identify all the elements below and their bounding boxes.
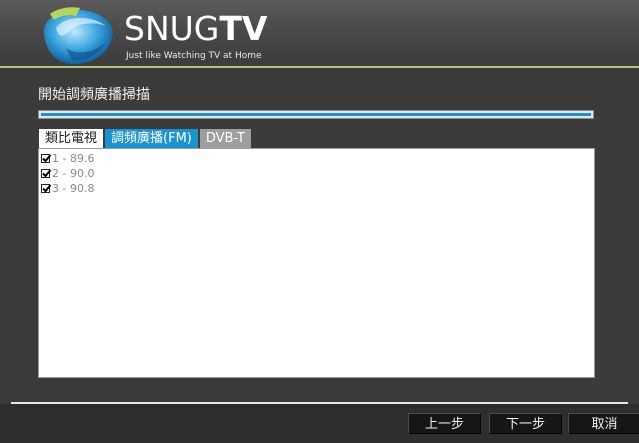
check-icon (42, 154, 52, 163)
page-title: 開始調頻廣播掃描 (38, 87, 150, 103)
snugtv-logo-icon (43, 7, 113, 65)
channel-checkbox[interactable] (41, 184, 52, 193)
channel-label: 1 - 89.6 (52, 152, 95, 165)
logo-word-snug: SNUG (124, 9, 220, 48)
list-item[interactable]: 2 - 90.0 (41, 166, 94, 181)
tab-dvb-t[interactable]: DVB-T (199, 129, 251, 148)
list-item[interactable]: 3 - 90.8 (41, 181, 94, 196)
channel-list: 1 - 89.6 2 - 90.0 3 - 90.8 (38, 148, 595, 378)
app-logo-text: SNUGTV (124, 10, 267, 48)
channel-checkbox[interactable] (41, 169, 52, 178)
tab-fm-radio[interactable]: 調頻廣播(FM) (105, 129, 198, 148)
list-item[interactable]: 1 - 89.6 (41, 151, 94, 166)
channel-label: 2 - 90.0 (52, 167, 95, 180)
logo-word-tv: TV (219, 9, 268, 48)
cancel-button[interactable]: 取消 (568, 413, 639, 434)
next-button[interactable]: 下一步 (489, 413, 562, 434)
scan-progress-fill (41, 113, 591, 116)
check-icon (42, 184, 52, 193)
back-button[interactable]: 上一步 (408, 413, 481, 434)
app-tagline: Just like Watching TV at Home (126, 51, 262, 61)
scan-progress-bar (38, 110, 594, 119)
tab-strip: 類比電視 調頻廣播(FM) DVB-T (39, 129, 253, 148)
channel-label: 3 - 90.8 (52, 182, 95, 195)
channel-checkbox[interactable] (41, 154, 52, 163)
tab-analog-tv[interactable]: 類比電視 (39, 129, 104, 148)
check-icon (42, 169, 52, 178)
